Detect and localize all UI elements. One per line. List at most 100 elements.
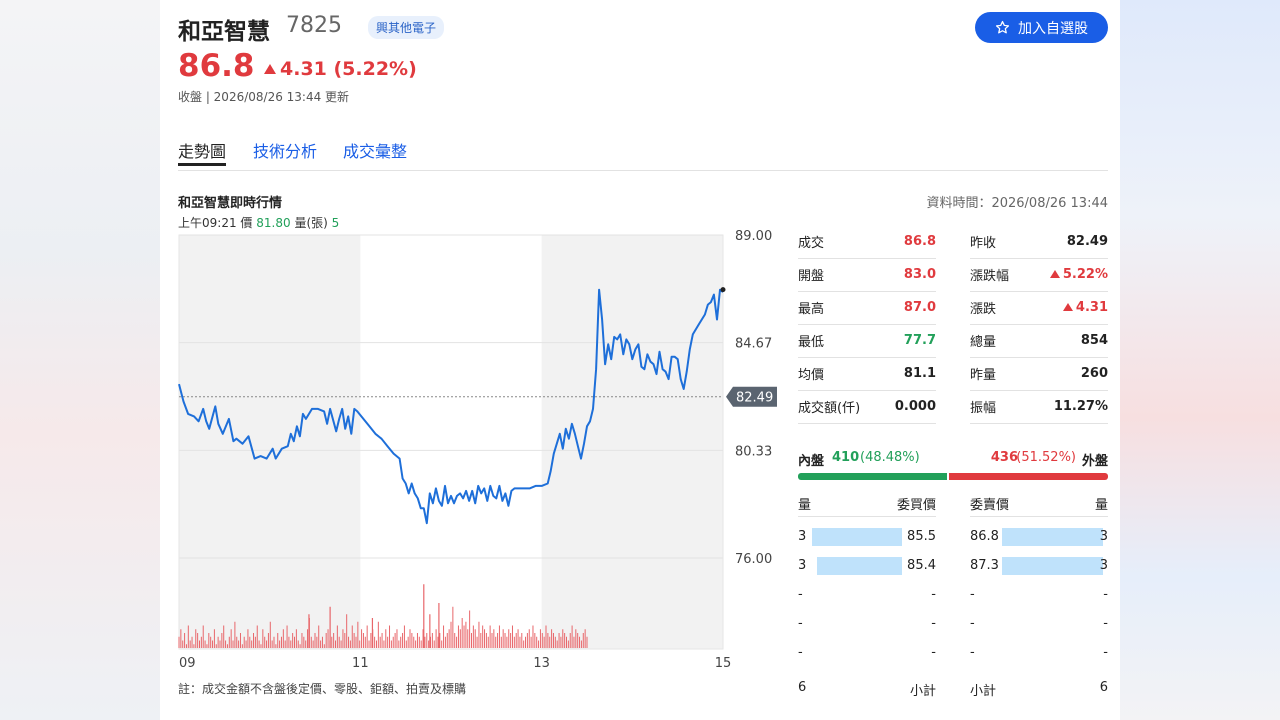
bid-total: 6 — [798, 680, 807, 695]
stat-row: 開盤 83.0 — [798, 258, 936, 292]
outer-pct: (51.52%) — [1016, 450, 1076, 465]
ask-qty: 3 — [1099, 558, 1108, 573]
tab-trades[interactable]: 成交彙整 — [343, 138, 407, 162]
stat-label: 漲跌幅 — [970, 269, 1010, 284]
up-arrow-icon — [1049, 270, 1060, 278]
ask-subtotal-label: 小計 — [970, 684, 997, 699]
ask-qty-header: 量 — [1094, 498, 1108, 513]
ask-qty: - — [1103, 587, 1108, 602]
tab-trend[interactable]: 走勢圖 — [178, 138, 227, 166]
tab-bar: 走勢圖 技術分析 成交彙整 — [178, 138, 1108, 171]
shade-band-09 — [179, 235, 361, 649]
footnote: 註：成交金額不含盤後定價、零股、鉅額、拍賣及標購 — [178, 682, 467, 696]
inner-label: 內盤 — [798, 454, 825, 469]
stat-row: 振幅 11.27% — [970, 390, 1108, 424]
stat-value: 0.000 — [895, 399, 936, 414]
stat-row: 成交 86.8 — [798, 225, 936, 259]
up-arrow-icon — [264, 64, 276, 74]
inner-pct: (48.48%) — [860, 450, 920, 465]
stat-label: 總量 — [970, 335, 997, 350]
y-tick-label: 89.00 — [735, 229, 772, 244]
market-status: 收盤 | 2026/08/26 13:44 更新 — [178, 90, 350, 104]
bid-qty: - — [798, 645, 803, 660]
ask-qty: 3 — [1099, 529, 1108, 544]
ask-price: 86.8 — [970, 529, 999, 544]
stat-label: 最高 — [798, 302, 825, 317]
price-change: 4.31 (5.22%) — [264, 58, 417, 80]
y-tick-label: 80.33 — [735, 444, 772, 459]
inner-outer-bar — [798, 473, 1108, 480]
x-tick-label: 13 — [533, 656, 550, 671]
outer-bar — [949, 473, 1108, 480]
last-price-marker — [720, 287, 726, 293]
tab-technical[interactable]: 技術分析 — [253, 138, 317, 162]
stock-code: 7825 — [286, 13, 342, 38]
stat-value: 4.31 — [1062, 300, 1108, 315]
stat-label: 振幅 — [970, 401, 997, 416]
stat-row: 昨收 82.49 — [970, 225, 1108, 259]
ask-depth-bar — [1002, 528, 1103, 546]
stat-value-text: 0.000 — [894, 399, 936, 414]
bid-qty-header: 量 — [798, 498, 812, 513]
x-tick-label: 09 — [179, 656, 196, 671]
stat-value-text: 11.27% — [1053, 399, 1108, 414]
stat-row: 昨量 260 — [970, 357, 1108, 391]
ask-price: - — [970, 587, 975, 602]
bid-qty: 3 — [798, 529, 807, 544]
inner-value: 410 — [832, 450, 860, 465]
stat-value: 5.22% — [1049, 267, 1108, 282]
bid-price: - — [931, 587, 936, 602]
stat-value: 11.27% — [1054, 399, 1108, 414]
stat-row: 總量 854 — [970, 324, 1108, 358]
stat-value-text: 87.0 — [903, 300, 936, 315]
stat-value: 83.0 — [904, 267, 936, 282]
ask-qty: - — [1103, 616, 1108, 631]
stat-label: 漲跌 — [970, 302, 997, 317]
stat-label: 成交額(仟) — [798, 401, 861, 416]
x-tick-label: 15 — [715, 656, 732, 671]
chart-title: 和亞智慧即時行情 — [178, 196, 283, 211]
stat-value-text: 81.1 — [903, 366, 936, 381]
bid-price: - — [931, 645, 936, 660]
background-left — [0, 0, 160, 720]
stat-value: 82.49 — [1067, 234, 1108, 249]
bid-qty: - — [798, 616, 803, 631]
background-right — [1120, 0, 1280, 720]
up-arrow-icon — [1062, 303, 1073, 311]
bid-depth-bar — [817, 557, 902, 575]
shade-band-13 — [541, 235, 723, 649]
stat-value-text: 854 — [1080, 333, 1108, 348]
stock-name: 和亞智慧 — [178, 19, 270, 45]
stat-label: 昨量 — [970, 368, 997, 383]
stat-row: 最低 77.7 — [798, 324, 936, 358]
stat-value: 260 — [1081, 366, 1108, 381]
add-watchlist-label: 加入自選股 — [1018, 20, 1088, 37]
stat-label: 成交 — [798, 236, 825, 251]
ask-qty: - — [1103, 645, 1108, 660]
x-tick-label: 11 — [352, 656, 369, 671]
stat-value-text: 86.8 — [903, 234, 936, 249]
star-icon — [995, 20, 1010, 34]
stat-label: 最低 — [798, 335, 825, 350]
stat-row: 最高 87.0 — [798, 291, 936, 325]
ask-depth-bar — [1002, 557, 1103, 575]
last-price: 86.8 — [178, 48, 255, 84]
stat-value: 77.7 — [904, 333, 936, 348]
stat-value: 854 — [1081, 333, 1108, 348]
reference-label: 82.49 — [736, 391, 773, 406]
stat-value-text: 260 — [1080, 366, 1108, 381]
y-tick-label: 84.67 — [735, 337, 772, 352]
stat-label: 開盤 — [798, 269, 825, 284]
bid-price: 85.5 — [907, 529, 936, 544]
industry-tag[interactable]: 興其他電子 — [368, 16, 445, 39]
stock-page: 和亞智慧 7825 興其他電子 加入自選股 86.8 4.31 (5.22%) … — [160, 0, 1120, 720]
bid-subtotal-label: 小計 — [909, 684, 936, 699]
stat-label: 均價 — [798, 368, 825, 383]
add-watchlist-button[interactable]: 加入自選股 — [975, 12, 1108, 43]
stat-value-text: 83.0 — [903, 267, 936, 282]
intraday-chart[interactable]: 89.00 84.67 80.33 76.00 82.49 09 11 13 15 — [160, 225, 790, 675]
inner-bar — [798, 473, 948, 480]
stat-label: 昨收 — [970, 236, 997, 251]
outer-label: 外盤 — [1081, 454, 1108, 469]
orderbook-header-divider — [798, 516, 936, 517]
